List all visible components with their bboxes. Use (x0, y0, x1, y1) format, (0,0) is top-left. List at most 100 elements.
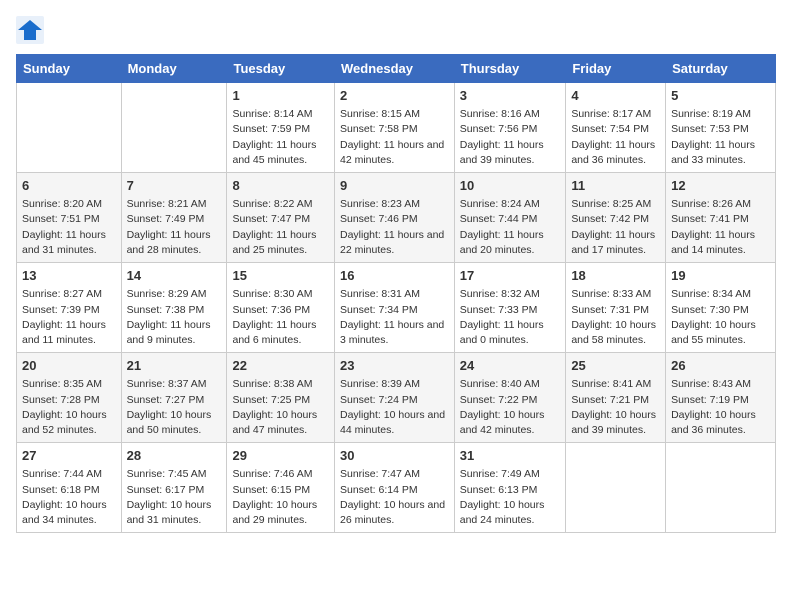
day-info: Sunrise: 8:32 AM Sunset: 7:33 PM Dayligh… (460, 287, 561, 348)
day-info: Sunrise: 8:35 AM Sunset: 7:28 PM Dayligh… (22, 377, 116, 438)
day-number: 13 (22, 267, 116, 285)
calendar-table: SundayMondayTuesdayWednesdayThursdayFrid… (16, 54, 776, 533)
day-number: 17 (460, 267, 561, 285)
day-cell-8: 8 Sunrise: 8:22 AM Sunset: 7:47 PM Daylig… (227, 173, 335, 263)
day-cell-26: 26 Sunrise: 8:43 AM Sunset: 7:19 PM Dayli… (666, 353, 776, 443)
day-number: 16 (340, 267, 449, 285)
day-info: Sunrise: 8:14 AM Sunset: 7:59 PM Dayligh… (232, 107, 329, 168)
day-cell-20: 20 Sunrise: 8:35 AM Sunset: 7:28 PM Dayli… (17, 353, 122, 443)
header-cell-saturday: Saturday (666, 55, 776, 83)
day-info: Sunrise: 8:43 AM Sunset: 7:19 PM Dayligh… (671, 377, 770, 438)
day-info: Sunrise: 8:23 AM Sunset: 7:46 PM Dayligh… (340, 197, 449, 258)
day-number: 31 (460, 447, 561, 465)
day-info: Sunrise: 7:45 AM Sunset: 6:17 PM Dayligh… (127, 467, 222, 528)
day-cell-3: 3 Sunrise: 8:16 AM Sunset: 7:56 PM Daylig… (454, 83, 566, 173)
day-number: 14 (127, 267, 222, 285)
day-cell-4: 4 Sunrise: 8:17 AM Sunset: 7:54 PM Daylig… (566, 83, 666, 173)
logo (16, 16, 48, 44)
day-info: Sunrise: 7:49 AM Sunset: 6:13 PM Dayligh… (460, 467, 561, 528)
day-cell-12: 12 Sunrise: 8:26 AM Sunset: 7:41 PM Dayli… (666, 173, 776, 263)
day-cell-2: 2 Sunrise: 8:15 AM Sunset: 7:58 PM Daylig… (334, 83, 454, 173)
day-info: Sunrise: 8:15 AM Sunset: 7:58 PM Dayligh… (340, 107, 449, 168)
calendar-header-row: SundayMondayTuesdayWednesdayThursdayFrid… (17, 55, 776, 83)
day-number: 22 (232, 357, 329, 375)
day-number: 3 (460, 87, 561, 105)
day-info: Sunrise: 8:34 AM Sunset: 7:30 PM Dayligh… (671, 287, 770, 348)
day-cell-22: 22 Sunrise: 8:38 AM Sunset: 7:25 PM Dayli… (227, 353, 335, 443)
day-cell-6: 6 Sunrise: 8:20 AM Sunset: 7:51 PM Daylig… (17, 173, 122, 263)
empty-cell (121, 83, 227, 173)
empty-cell (17, 83, 122, 173)
day-cell-31: 31 Sunrise: 7:49 AM Sunset: 6:13 PM Dayli… (454, 443, 566, 533)
day-number: 11 (571, 177, 660, 195)
day-info: Sunrise: 8:16 AM Sunset: 7:56 PM Dayligh… (460, 107, 561, 168)
day-cell-11: 11 Sunrise: 8:25 AM Sunset: 7:42 PM Dayli… (566, 173, 666, 263)
day-number: 18 (571, 267, 660, 285)
day-cell-7: 7 Sunrise: 8:21 AM Sunset: 7:49 PM Daylig… (121, 173, 227, 263)
page-header (16, 16, 776, 44)
day-cell-9: 9Sunrise: 8:23 AM Sunset: 7:46 PM Daylig… (334, 173, 454, 263)
day-info: Sunrise: 8:29 AM Sunset: 7:38 PM Dayligh… (127, 287, 222, 348)
day-number: 8 (232, 177, 329, 195)
day-cell-30: 30Sunrise: 7:47 AM Sunset: 6:14 PM Dayli… (334, 443, 454, 533)
day-info: Sunrise: 8:31 AM Sunset: 7:34 PM Dayligh… (340, 287, 449, 348)
day-cell-1: 1Sunrise: 8:14 AM Sunset: 7:59 PM Daylig… (227, 83, 335, 173)
day-cell-18: 18 Sunrise: 8:33 AM Sunset: 7:31 PM Dayli… (566, 263, 666, 353)
day-info: Sunrise: 8:27 AM Sunset: 7:39 PM Dayligh… (22, 287, 116, 348)
day-info: Sunrise: 8:22 AM Sunset: 7:47 PM Dayligh… (232, 197, 329, 258)
day-number: 2 (340, 87, 449, 105)
day-number: 10 (460, 177, 561, 195)
empty-cell (566, 443, 666, 533)
day-info: Sunrise: 8:26 AM Sunset: 7:41 PM Dayligh… (671, 197, 770, 258)
empty-cell (666, 443, 776, 533)
day-cell-19: 19 Sunrise: 8:34 AM Sunset: 7:30 PM Dayli… (666, 263, 776, 353)
day-cell-28: 28 Sunrise: 7:45 AM Sunset: 6:17 PM Dayli… (121, 443, 227, 533)
day-number: 26 (671, 357, 770, 375)
day-info: Sunrise: 8:17 AM Sunset: 7:54 PM Dayligh… (571, 107, 660, 168)
day-info: Sunrise: 8:25 AM Sunset: 7:42 PM Dayligh… (571, 197, 660, 258)
header-cell-wednesday: Wednesday (334, 55, 454, 83)
day-cell-14: 14 Sunrise: 8:29 AM Sunset: 7:38 PM Dayli… (121, 263, 227, 353)
day-number: 20 (22, 357, 116, 375)
day-info: Sunrise: 8:30 AM Sunset: 7:36 PM Dayligh… (232, 287, 329, 348)
week-row-4: 20 Sunrise: 8:35 AM Sunset: 7:28 PM Dayli… (17, 353, 776, 443)
day-info: Sunrise: 8:20 AM Sunset: 7:51 PM Dayligh… (22, 197, 116, 258)
week-row-1: 1Sunrise: 8:14 AM Sunset: 7:59 PM Daylig… (17, 83, 776, 173)
day-info: Sunrise: 8:40 AM Sunset: 7:22 PM Dayligh… (460, 377, 561, 438)
header-cell-monday: Monday (121, 55, 227, 83)
day-number: 5 (671, 87, 770, 105)
day-info: Sunrise: 8:21 AM Sunset: 7:49 PM Dayligh… (127, 197, 222, 258)
day-number: 6 (22, 177, 116, 195)
day-number: 19 (671, 267, 770, 285)
header-cell-sunday: Sunday (17, 55, 122, 83)
day-info: Sunrise: 8:38 AM Sunset: 7:25 PM Dayligh… (232, 377, 329, 438)
day-cell-24: 24 Sunrise: 8:40 AM Sunset: 7:22 PM Dayli… (454, 353, 566, 443)
day-cell-25: 25Sunrise: 8:41 AM Sunset: 7:21 PM Dayli… (566, 353, 666, 443)
day-number: 21 (127, 357, 222, 375)
day-cell-17: 17 Sunrise: 8:32 AM Sunset: 7:33 PM Dayli… (454, 263, 566, 353)
header-cell-thursday: Thursday (454, 55, 566, 83)
week-row-3: 13 Sunrise: 8:27 AM Sunset: 7:39 PM Dayli… (17, 263, 776, 353)
day-number: 27 (22, 447, 116, 465)
day-info: Sunrise: 8:41 AM Sunset: 7:21 PM Dayligh… (571, 377, 660, 438)
day-cell-5: 5 Sunrise: 8:19 AM Sunset: 7:53 PM Daylig… (666, 83, 776, 173)
week-row-2: 6 Sunrise: 8:20 AM Sunset: 7:51 PM Daylig… (17, 173, 776, 263)
week-row-5: 27 Sunrise: 7:44 AM Sunset: 6:18 PM Dayli… (17, 443, 776, 533)
day-info: Sunrise: 8:37 AM Sunset: 7:27 PM Dayligh… (127, 377, 222, 438)
day-info: Sunrise: 7:44 AM Sunset: 6:18 PM Dayligh… (22, 467, 116, 528)
day-cell-16: 16 Sunrise: 8:31 AM Sunset: 7:34 PM Dayli… (334, 263, 454, 353)
day-number: 12 (671, 177, 770, 195)
header-cell-tuesday: Tuesday (227, 55, 335, 83)
day-cell-29: 29Sunrise: 7:46 AM Sunset: 6:15 PM Dayli… (227, 443, 335, 533)
day-info: Sunrise: 8:19 AM Sunset: 7:53 PM Dayligh… (671, 107, 770, 168)
day-cell-10: 10Sunrise: 8:24 AM Sunset: 7:44 PM Dayli… (454, 173, 566, 263)
day-info: Sunrise: 8:33 AM Sunset: 7:31 PM Dayligh… (571, 287, 660, 348)
day-number: 30 (340, 447, 449, 465)
day-cell-13: 13 Sunrise: 8:27 AM Sunset: 7:39 PM Dayli… (17, 263, 122, 353)
day-number: 28 (127, 447, 222, 465)
day-number: 23 (340, 357, 449, 375)
day-number: 15 (232, 267, 329, 285)
day-number: 7 (127, 177, 222, 195)
day-number: 24 (460, 357, 561, 375)
day-number: 4 (571, 87, 660, 105)
